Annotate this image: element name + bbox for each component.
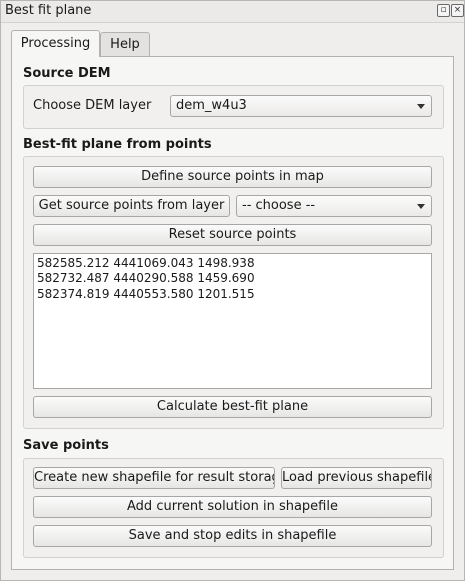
close-icon[interactable]: × [451, 4, 464, 17]
point-line: 582585.212 4441069.043 1498.938 [37, 256, 255, 270]
chevron-down-icon [417, 104, 425, 109]
point-line: 582374.819 4440553.580 1201.515 [37, 286, 255, 301]
points-layer-select[interactable]: -- choose -- [236, 195, 432, 217]
choose-dem-label: Choose DEM layer [33, 98, 152, 113]
create-shapefile-button[interactable]: Create new shapefile for result storage [33, 467, 275, 489]
source-dem-heading: Source DEM [23, 66, 111, 81]
get-points-button[interactable]: Get source points from layer [33, 195, 230, 217]
save-points-heading: Save points [23, 438, 109, 453]
tab-help[interactable]: Help [100, 32, 150, 56]
bestfit-heading: Best-fit plane from points [23, 137, 212, 152]
window-title: Best fit plane [5, 3, 92, 18]
tab-processing[interactable]: Processing [11, 30, 100, 57]
load-shapefile-button[interactable]: Load previous shapefile [281, 467, 432, 489]
source-points-textarea[interactable]: 582585.212 4441069.043 1498.938 582732.4… [33, 253, 432, 389]
calculate-button[interactable]: Calculate best-fit plane [33, 396, 432, 418]
define-points-button[interactable]: Define source points in map [33, 166, 432, 188]
dem-layer-value: dem_w4u3 [176, 98, 247, 113]
points-layer-value: -- choose -- [242, 198, 316, 213]
dem-layer-select[interactable]: dem_w4u3 [170, 95, 432, 117]
float-icon[interactable]: ▫ [437, 4, 450, 17]
title-bar: Best fit plane ▫ × [0, 0, 465, 23]
add-solution-button[interactable]: Add current solution in shapefile [33, 496, 432, 518]
chevron-down-icon [417, 204, 425, 209]
save-stop-edits-button[interactable]: Save and stop edits in shapefile [33, 525, 432, 547]
reset-points-button[interactable]: Reset source points [33, 224, 432, 246]
point-line: 582732.487 4440290.588 1459.690 [37, 271, 255, 286]
